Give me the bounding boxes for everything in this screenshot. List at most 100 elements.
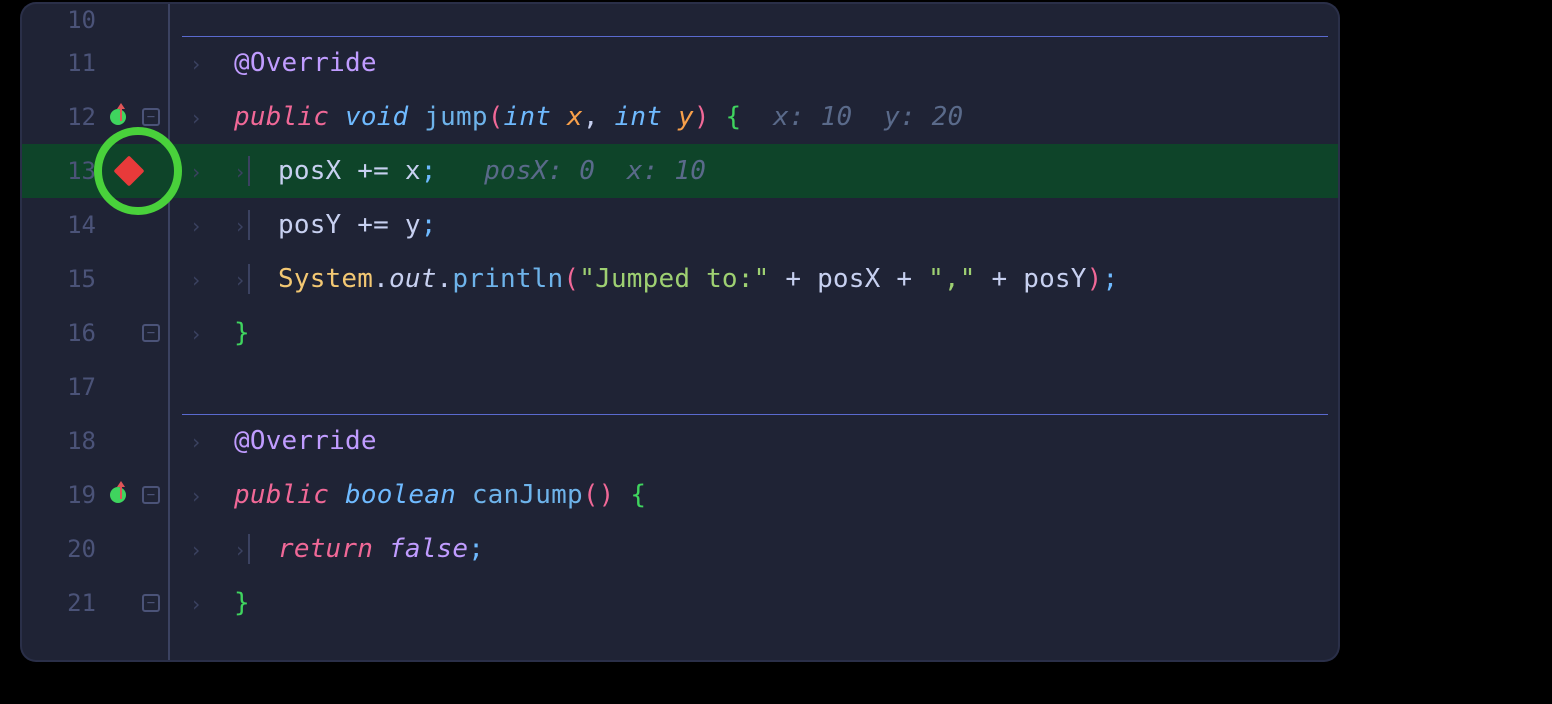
gutter-fold[interactable] [132,594,170,612]
line-number: 12 [22,103,104,131]
indent-chevron-icon: › [190,106,234,130]
indent-chevron-icon: › [190,538,234,562]
code-line-current[interactable]: 13 ››posX += x; posX: 0 x: 10 [22,144,1338,198]
code-content[interactable]: ›public void jump(int x, int y) { x: 10 … [170,102,1338,132]
inline-hint: posX: 0 x: 10 [484,156,706,186]
breakpoint-icon[interactable] [113,155,144,186]
brace-token: { [630,480,646,510]
line-number: 14 [22,211,104,239]
param-token: x [567,102,583,132]
override-gutter-icon[interactable] [110,109,126,125]
keyword-token: public [234,480,329,510]
annotation-token: @Override [234,426,377,456]
type-token: boolean [345,480,456,510]
type-token: void [345,102,408,132]
code-line[interactable]: 20 ››return false; [22,522,1338,576]
gutter-fold[interactable] [132,108,170,126]
indent-chevron-icon: › [190,592,234,616]
fold-collapse-icon[interactable] [142,594,160,612]
type-token: int [504,102,552,132]
override-gutter-icon[interactable] [110,487,126,503]
keyword-token: return [278,534,373,564]
code-content[interactable]: ›@Override [170,48,1338,78]
code-content[interactable]: ›@Override [170,426,1338,456]
fold-collapse-icon[interactable] [142,324,160,342]
gutter-marker[interactable] [104,487,132,503]
indent-chevron-icon: › [190,322,234,346]
indent-chevron-icon: › [190,268,234,292]
paren-token: ) [599,480,615,510]
indent-chevron-icon: › [190,214,234,238]
code-line[interactable]: 18 ›@Override [22,414,1338,468]
gutter-marker[interactable] [104,109,132,125]
indent-chevron-icon: › [190,52,234,76]
indent-guide-line [248,210,250,240]
fold-collapse-icon[interactable] [142,486,160,504]
keyword-token: public [234,102,329,132]
paren-token: ( [488,102,504,132]
line-number: 11 [22,49,104,77]
code-content[interactable]: ›} [170,318,1338,348]
code-line[interactable]: 16 ›} [22,306,1338,360]
paren-token: ( [583,480,599,510]
indent-guide-line [248,156,250,186]
brace-token: } [234,318,250,348]
method-token: canJump [472,480,583,510]
code-line[interactable]: 12 ›public void jump(int x, int y) { x: … [22,90,1338,144]
code-editor-panel: 10 11 ›@Override 12 ›public void jump(in… [22,4,1338,660]
paren-token: ( [563,264,579,294]
code-line[interactable]: 17 [22,360,1338,414]
semicolon-token: ; [421,210,437,240]
operator-token: += [357,210,389,240]
type-token: int [615,102,663,132]
operator-token: += [357,156,389,186]
indent-chevron-icon: › [190,484,234,508]
var-token: x [405,156,421,186]
line-number: 19 [22,481,104,509]
field-token: posY [278,210,341,240]
operator-token: + [992,264,1008,294]
fold-collapse-icon[interactable] [142,108,160,126]
code-area[interactable]: 10 11 ›@Override 12 ›public void jump(in… [22,4,1338,660]
code-content[interactable]: ››return false; [170,534,1338,564]
line-number: 17 [22,373,104,401]
line-number: 20 [22,535,104,563]
dot-token: . [437,264,453,294]
semicolon-token: ; [1103,264,1119,294]
code-line[interactable]: 14 ››posY += y; [22,198,1338,252]
gutter-fold[interactable] [132,486,170,504]
code-content[interactable]: ››posY += y; [170,210,1338,240]
code-line[interactable]: 19 ›public boolean canJump() { [22,468,1338,522]
code-content[interactable]: ›public boolean canJump() { [170,480,1338,510]
indent-chevron-icon: › [234,160,278,184]
code-content[interactable]: ››System.out.println("Jumped to:" + posX… [170,264,1338,294]
code-line[interactable]: 21 ›} [22,576,1338,630]
code-line[interactable]: 15 ››System.out.println("Jumped to:" + p… [22,252,1338,306]
field-token: posX [817,264,880,294]
operator-token: + [785,264,801,294]
boolean-token: false [389,534,468,564]
gutter-fold[interactable] [132,324,170,342]
indent-chevron-icon: › [234,214,278,238]
code-content[interactable]: ›} [170,588,1338,618]
var-token: y [405,210,421,240]
code-line[interactable]: 10 [22,4,1338,36]
line-number: 18 [22,427,104,455]
prop-token: out [389,264,437,294]
dot-token: . [373,264,389,294]
string-token: "," [928,264,976,294]
class-token: System [278,264,373,294]
param-token: y [678,102,694,132]
indent-chevron-icon: › [190,160,234,184]
field-token: posX [278,156,341,186]
paren-token: ) [1087,264,1103,294]
method-token: jump [424,102,487,132]
code-line[interactable]: 11 ›@Override [22,36,1338,90]
method-token: println [452,264,563,294]
line-number: 15 [22,265,104,293]
code-content[interactable]: ››posX += x; posX: 0 x: 10 [170,156,1338,186]
inline-hint: x: 10 y: 20 [773,102,963,132]
semicolon-token: ; [421,156,437,186]
indent-guide-line [248,534,250,564]
operator-token: + [896,264,912,294]
